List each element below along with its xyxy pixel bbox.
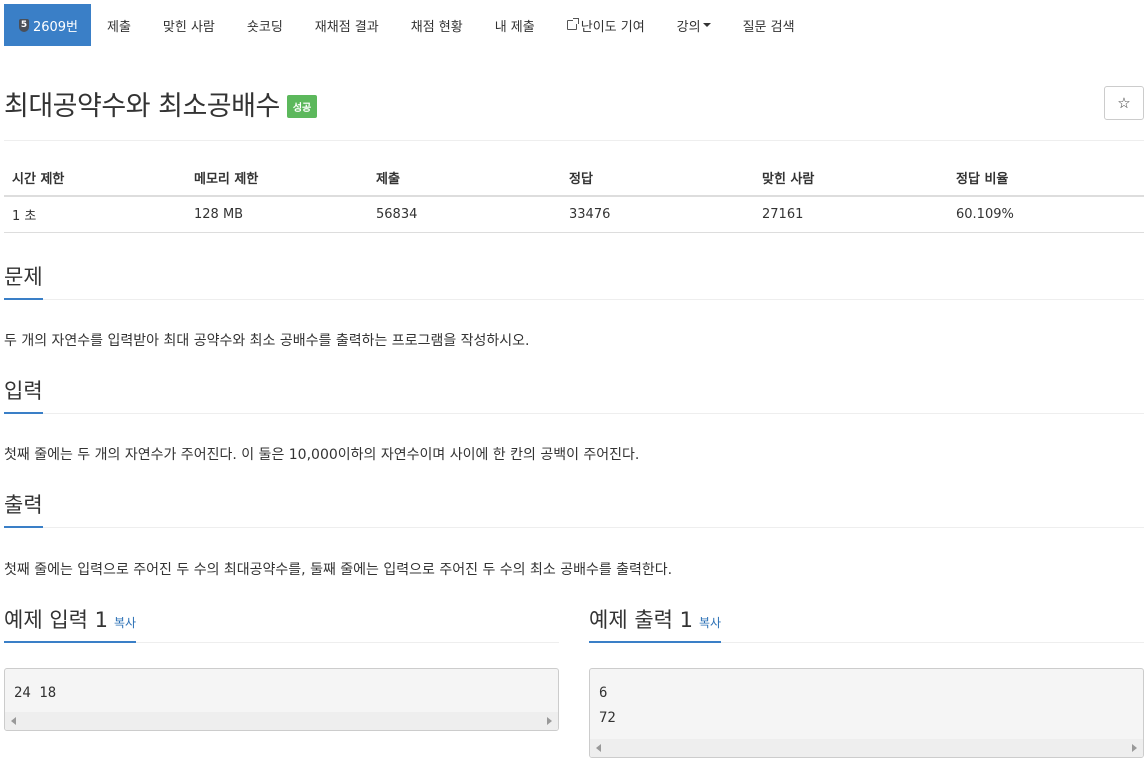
star-icon: ☆ bbox=[1117, 94, 1131, 112]
problem-number-label: 2609번 bbox=[32, 19, 78, 35]
sample-input-header: 예제 입력 1 복사 bbox=[4, 606, 559, 643]
title-row: 최대공약수와 최소공배수 성공 bbox=[4, 84, 318, 123]
header-memory-limit: 메모리 제한 bbox=[186, 160, 368, 197]
nav-lectures-dropdown[interactable]: 강의 bbox=[661, 4, 727, 46]
sample-input-line: 24 18 bbox=[14, 685, 57, 701]
horizontal-scrollbar[interactable] bbox=[5, 712, 558, 730]
input-text: 첫째 줄에는 두 개의 자연수가 주어진다. 이 둘은 10,000이하의 자연… bbox=[4, 447, 640, 463]
header-solved-users: 맞힌 사람 bbox=[754, 160, 948, 197]
nav-solved-users[interactable]: 맞힌 사람 bbox=[147, 4, 231, 46]
problem-info-table: 시간 제한 메모리 제한 제출 정답 맞힌 사람 정답 비율 1 초 128 M… bbox=[4, 160, 1144, 233]
value-accepted: 33476 bbox=[561, 196, 754, 233]
output-title: 출력 bbox=[4, 491, 43, 528]
scroll-left-icon[interactable] bbox=[596, 744, 601, 752]
value-memory-limit: 128 MB bbox=[186, 196, 368, 233]
external-link-icon bbox=[566, 18, 579, 30]
value-time-limit: 1 초 bbox=[4, 196, 186, 233]
sample-input-lines: 24 18 bbox=[5, 669, 558, 706]
input-section-header: 입력 bbox=[4, 377, 1144, 414]
copy-output-link[interactable]: 복사 bbox=[699, 616, 721, 630]
table-header-row: 시간 제한 메모리 제한 제출 정답 맞힌 사람 정답 비율 bbox=[4, 160, 1144, 197]
title-divider bbox=[4, 140, 1144, 141]
sample-input-title: 예제 입력 1 복사 bbox=[4, 606, 137, 643]
value-submissions: 56834 bbox=[368, 196, 561, 233]
nav-submit[interactable]: 제출 bbox=[91, 4, 147, 46]
header-submissions: 제출 bbox=[368, 160, 561, 197]
sample-output-lines: 6 72 bbox=[590, 669, 1143, 731]
star-button[interactable]: ☆ bbox=[1104, 86, 1144, 120]
sample-output-line: 6 bbox=[599, 685, 608, 701]
table-row: 1 초 128 MB 56834 33476 27161 60.109% bbox=[4, 196, 1144, 233]
sample-input-title-text: 예제 입력 1 bbox=[4, 608, 108, 632]
header-time-limit: 시간 제한 bbox=[4, 160, 186, 197]
nav-short-coding[interactable]: 숏코딩 bbox=[231, 4, 299, 46]
nav-difficulty-contribution[interactable]: 난이도 기여 bbox=[551, 4, 661, 46]
scroll-right-icon[interactable] bbox=[1132, 744, 1137, 752]
scroll-left-icon[interactable] bbox=[11, 717, 16, 725]
description-title: 문제 bbox=[4, 263, 43, 300]
nav-question-search[interactable]: 질문 검색 bbox=[727, 4, 811, 46]
tier-badge-icon: 5 bbox=[19, 18, 29, 32]
header-accepted: 정답 bbox=[561, 160, 754, 197]
horizontal-scrollbar[interactable] bbox=[590, 739, 1143, 757]
input-title: 입력 bbox=[4, 377, 43, 414]
nav-rejudge-results[interactable]: 재채점 결과 bbox=[299, 4, 395, 46]
sample-input-box[interactable]: 24 18 bbox=[4, 668, 559, 731]
page-title: 최대공약수와 최소공배수 bbox=[4, 91, 280, 122]
problem-nav: 5 2609번 제출 맞힌 사람 숏코딩 재채점 결과 채점 현황 내 제출 난… bbox=[4, 4, 811, 46]
sample-output-header: 예제 출력 1 복사 bbox=[589, 606, 1144, 643]
nav-judge-status[interactable]: 채점 현황 bbox=[395, 4, 479, 46]
nav-problem-number[interactable]: 5 2609번 bbox=[4, 4, 91, 46]
value-solved-users: 27161 bbox=[754, 196, 948, 233]
output-section-header: 출력 bbox=[4, 491, 1144, 528]
header-accept-ratio: 정답 비율 bbox=[948, 160, 1144, 197]
sample-output-line: 72 bbox=[599, 710, 616, 726]
nav-difficulty-label: 난이도 기여 bbox=[580, 19, 645, 35]
output-text: 첫째 줄에는 입력으로 주어진 두 수의 최대공약수를, 둘째 줄에는 입력으로… bbox=[4, 562, 673, 578]
sample-output-title-text: 예제 출력 1 bbox=[589, 608, 693, 632]
caret-down-icon bbox=[702, 23, 711, 27]
sample-output-title: 예제 출력 1 복사 bbox=[589, 606, 722, 643]
value-accept-ratio: 60.109% bbox=[948, 196, 1144, 233]
sample-output-box[interactable]: 6 72 bbox=[589, 668, 1144, 758]
description-text: 두 개의 자연수를 입력받아 최대 공약수와 최소 공배수를 출력하는 프로그램… bbox=[4, 333, 530, 349]
description-section-header: 문제 bbox=[4, 263, 1144, 300]
scroll-right-icon[interactable] bbox=[547, 717, 552, 725]
copy-input-link[interactable]: 복사 bbox=[114, 616, 136, 630]
nav-lectures-label: 강의 bbox=[676, 19, 701, 35]
nav-my-submissions[interactable]: 내 제출 bbox=[479, 4, 551, 46]
status-badge: 성공 bbox=[286, 95, 318, 118]
